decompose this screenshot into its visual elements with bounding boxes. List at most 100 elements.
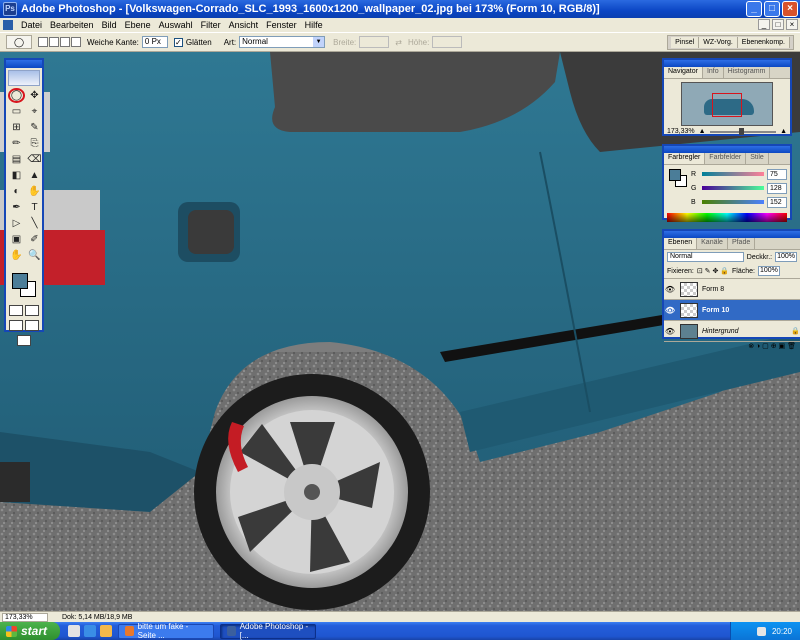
palette-well-tab[interactable]: Pinsel (671, 37, 700, 48)
folder-icon[interactable] (100, 625, 112, 637)
quickmask-mode-icon[interactable] (25, 305, 39, 316)
style-select[interactable]: Normal ▼ (239, 36, 326, 48)
palette-well-tab[interactable]: WZ-Vorg. (699, 37, 738, 48)
path-selection-tool[interactable]: ✋ (26, 184, 43, 199)
move-tool[interactable]: ✥ (26, 88, 43, 103)
menu-bearbeiten[interactable]: Bearbeiten (46, 20, 98, 30)
palette-well-tab[interactable]: Ebenenkomp. (737, 37, 790, 48)
intersect-selection-icon[interactable] (71, 37, 81, 47)
navigator-thumbnail[interactable] (681, 82, 773, 126)
menu-auswahl[interactable]: Auswahl (155, 20, 197, 30)
blue-slider[interactable] (702, 200, 764, 204)
blue-value[interactable]: 152 (767, 196, 787, 208)
lock-icons[interactable]: ⊡ ✎ ✥ 🔒 (697, 267, 729, 275)
magic-wand-tool[interactable]: ⌖ (26, 104, 43, 119)
menu-hilfe[interactable]: Hilfe (301, 20, 327, 30)
red-value[interactable]: 75 (767, 168, 787, 180)
close-button[interactable]: × (782, 1, 798, 17)
layers-footer[interactable]: ⊗ ◑ ▢ ⊕ ▣ 🗑 (664, 341, 800, 353)
color-spectrum[interactable] (667, 213, 787, 222)
eye-icon[interactable]: 👁 (664, 285, 676, 294)
tab-layers[interactable]: Ebenen (664, 238, 698, 249)
document-icon[interactable] (3, 20, 13, 30)
foreground-color[interactable] (669, 169, 681, 181)
maximize-button[interactable]: □ (764, 1, 780, 17)
layer-row[interactable]: 👁 Form 10 (664, 299, 800, 320)
palette-header[interactable] (664, 146, 790, 153)
green-value[interactable]: 128 (767, 182, 787, 194)
eye-icon[interactable]: 👁 (664, 327, 676, 336)
opacity-input[interactable]: 100% (775, 252, 797, 262)
menu-bild[interactable]: Bild (98, 20, 121, 30)
foreground-color[interactable] (12, 273, 28, 289)
taskbar-item[interactable]: bitte um fake - Seite ... (118, 622, 214, 640)
tab-styles[interactable]: Stile (746, 153, 769, 164)
ie-icon[interactable] (84, 625, 96, 637)
taskbar-item[interactable]: Adobe Photoshop - [... (220, 622, 316, 640)
green-slider[interactable] (702, 186, 764, 190)
tab-paths[interactable]: Pfade (728, 238, 756, 249)
zoom-out-icon[interactable]: ▲ (699, 128, 706, 135)
minimize-button[interactable]: _ (746, 1, 762, 17)
layer-row[interactable]: 👁 Form 8 (664, 278, 800, 299)
pen-tool[interactable]: ✒ (8, 200, 25, 215)
add-selection-icon[interactable] (49, 37, 59, 47)
lasso-tool[interactable]: ▭ (8, 104, 25, 119)
title-bar[interactable]: Ps Adobe Photoshop - [Volkswagen-Corrado… (0, 0, 800, 18)
screen-mode-icon[interactable] (9, 320, 23, 331)
palette-header[interactable] (664, 231, 800, 238)
clock[interactable]: 20:20 (772, 627, 792, 636)
slice-tool[interactable]: ✎ (26, 120, 43, 135)
status-zoom[interactable]: 173,33% (2, 612, 48, 622)
start-button[interactable]: start (0, 622, 60, 640)
palette-header[interactable] (664, 60, 790, 67)
menu-datei[interactable]: Datei (17, 20, 46, 30)
gradient-tool[interactable]: ◧ (8, 168, 25, 183)
tray-icon[interactable] (756, 626, 766, 636)
history-brush-tool[interactable]: ▤ (8, 152, 25, 167)
imageready-icon[interactable] (17, 335, 31, 346)
stamp-tool[interactable]: ⎘ (26, 136, 43, 151)
view-rectangle[interactable] (712, 93, 742, 117)
menu-ebene[interactable]: Ebene (121, 20, 155, 30)
menu-fenster[interactable]: Fenster (262, 20, 301, 30)
doc-size[interactable]: Dok: 5,14 MB/18,9 MB (50, 614, 132, 621)
tab-histogram[interactable]: Histogramm (724, 67, 771, 78)
toolbox-header[interactable] (6, 60, 42, 68)
blur-tool[interactable]: ▲ (26, 168, 43, 183)
tab-swatches[interactable]: Farbfelder (705, 153, 747, 164)
tab-channels[interactable]: Kanäle (697, 238, 728, 249)
direct-selection-tool[interactable]: ▷ (8, 216, 25, 231)
brush-tool[interactable]: ✏ (8, 136, 25, 151)
blend-mode-select[interactable]: Normal (667, 252, 744, 262)
doc-close-button[interactable]: × (786, 19, 798, 30)
subtract-selection-icon[interactable] (60, 37, 70, 47)
tab-navigator[interactable]: Navigator (664, 67, 703, 78)
hand-tool[interactable]: ✋ (8, 248, 25, 263)
elliptical-marquee-tool[interactable]: ◯ (8, 88, 25, 103)
eraser-tool[interactable]: ⌫ (26, 152, 43, 167)
fullscreen-mode-icon[interactable] (25, 320, 39, 331)
menu-filter[interactable]: Filter (197, 20, 225, 30)
dodge-tool[interactable]: ◐ (8, 184, 25, 199)
antialias-checkbox[interactable]: ✓ (173, 37, 183, 47)
zoom-in-icon[interactable]: ▲ (780, 128, 787, 135)
zoom-tool[interactable]: 🔍 (26, 248, 43, 263)
menu-ansicht[interactable]: Ansicht (225, 20, 263, 30)
eyedropper-tool[interactable]: ✐ (26, 232, 43, 247)
tool-preset-picker[interactable]: ◯ (6, 35, 32, 49)
new-selection-icon[interactable] (38, 37, 48, 47)
line-tool[interactable]: ╲ (26, 216, 43, 231)
doc-minimize-button[interactable]: _ (758, 19, 770, 30)
doc-restore-button[interactable]: □ (772, 19, 784, 30)
standard-mode-icon[interactable] (9, 305, 23, 316)
navigator-zoom[interactable]: 173,33% (667, 128, 695, 135)
tab-color[interactable]: Farbregler (664, 153, 706, 164)
layer-row[interactable]: 👁 Hintergrund 🔒 (664, 320, 800, 341)
feather-input[interactable]: 0 Px (141, 36, 168, 48)
desktop-icon[interactable] (68, 625, 80, 637)
crop-tool[interactable]: ⊞ (8, 120, 25, 135)
red-slider[interactable] (702, 172, 764, 176)
photoshop-logo[interactable] (8, 70, 40, 86)
notes-tool[interactable]: ▣ (8, 232, 25, 247)
